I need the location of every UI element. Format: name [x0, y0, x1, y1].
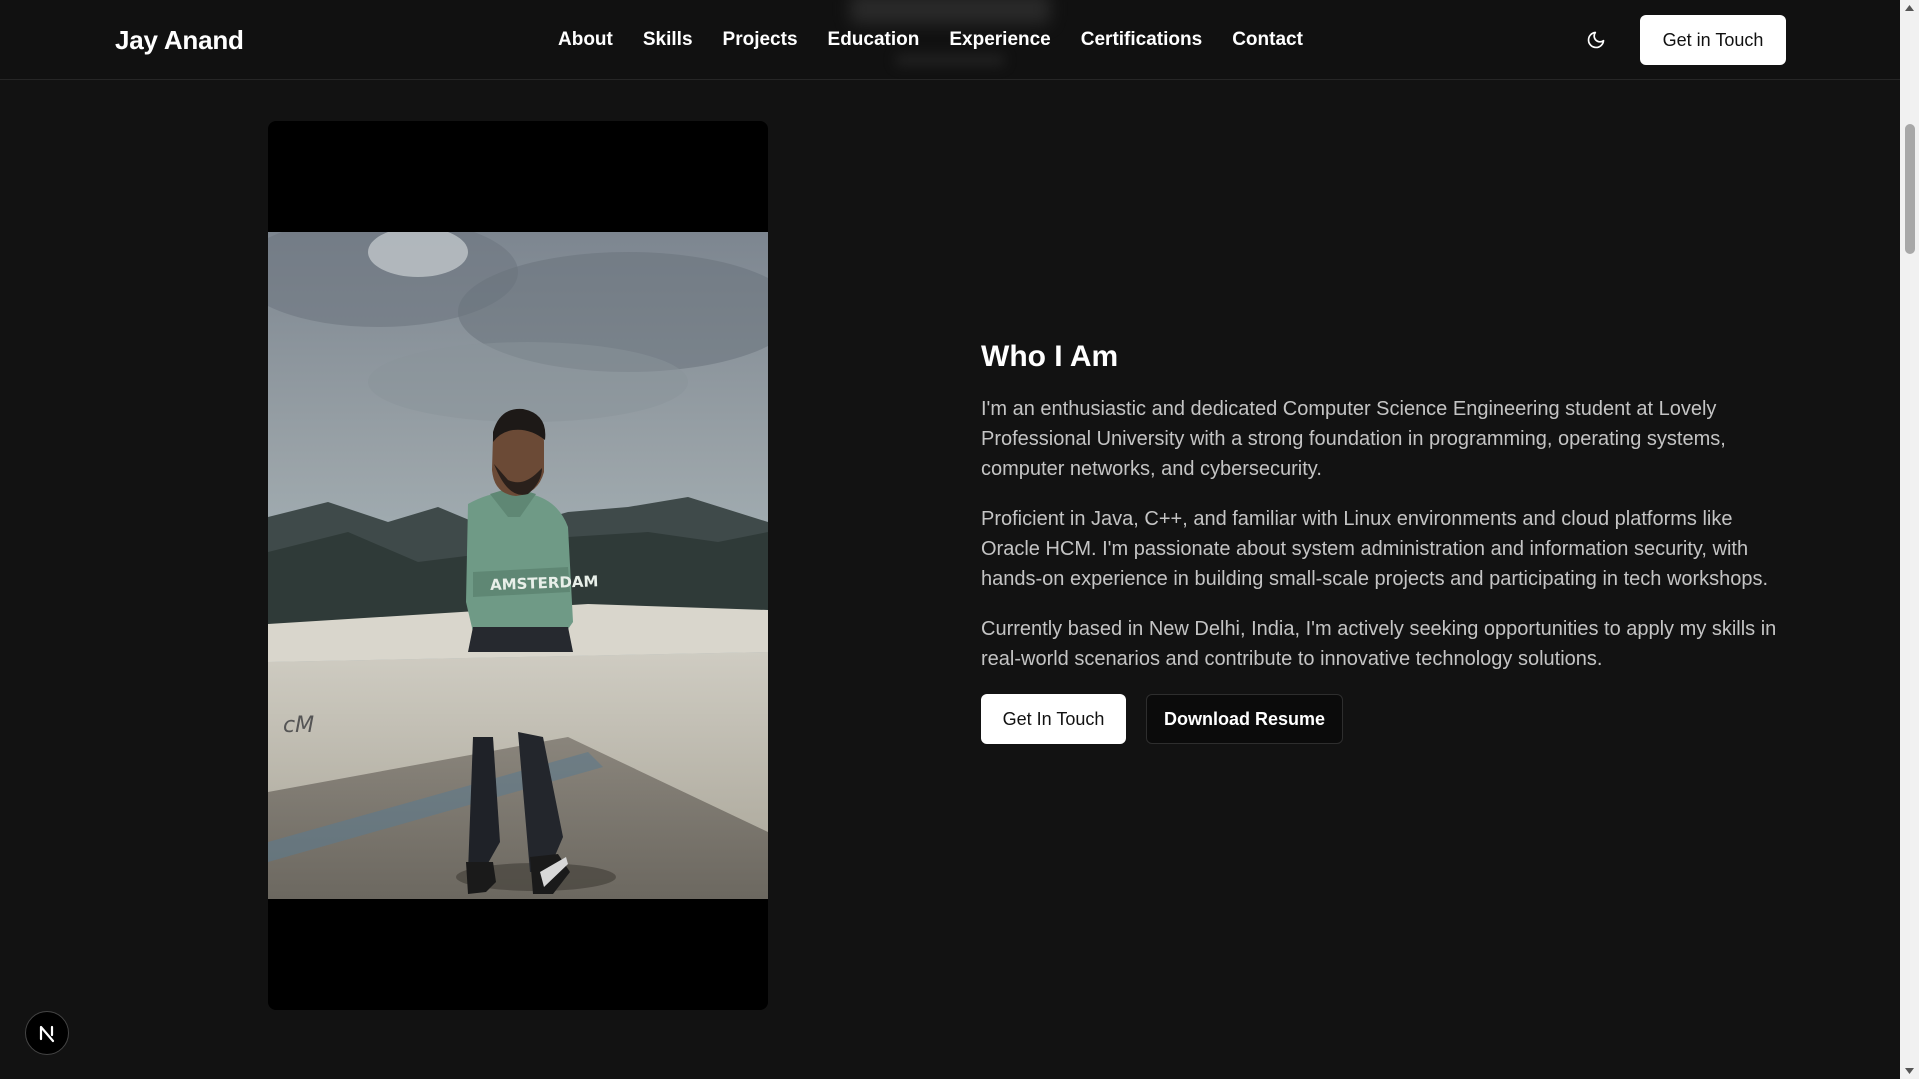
profile-photo: cM AMSTERDAM — [268, 232, 768, 899]
about-actions: Get In Touch Download Resume — [981, 694, 1791, 744]
site-logo[interactable]: Jay Anand — [115, 25, 244, 56]
profile-photo-illustration: cM AMSTERDAM — [268, 232, 768, 899]
get-in-touch-header-button[interactable]: Get in Touch — [1640, 15, 1786, 65]
scroll-up-arrow[interactable] — [1900, 0, 1919, 16]
about-paragraph-3: Currently based in New Delhi, India, I'm… — [981, 618, 1777, 670]
svg-text:AMSTERDAM: AMSTERDAM — [490, 572, 599, 594]
scroll-down-arrow[interactable] — [1900, 1063, 1919, 1079]
nav-education[interactable]: Education — [828, 29, 920, 51]
n-logo-icon — [39, 1025, 55, 1043]
caret-down-icon — [1905, 1068, 1914, 1074]
get-in-touch-button[interactable]: Get In Touch — [981, 694, 1126, 744]
nav-projects[interactable]: Projects — [723, 29, 798, 51]
nav-contact[interactable]: Contact — [1232, 29, 1303, 51]
svg-text:cM: cM — [283, 713, 314, 738]
blurred-background-shape — [895, 54, 1005, 66]
nav-about[interactable]: About — [558, 29, 613, 51]
moon-icon — [1587, 31, 1605, 49]
section-heading: Who I Am — [981, 340, 1119, 373]
blurred-background-shape — [850, 0, 1050, 24]
scroll-thumb[interactable] — [1905, 124, 1915, 254]
caret-up-icon — [1905, 5, 1914, 11]
nav-experience[interactable]: Experience — [949, 29, 1050, 51]
profile-photo-frame: cM AMSTERDAM — [268, 121, 768, 1010]
about-paragraph-2: Proficient in Java, C++, and familiar wi… — [981, 508, 1769, 590]
page-scrollbar[interactable] — [1900, 0, 1919, 1079]
site-header: Jay Anand About Skills Projects Educatio… — [0, 0, 1900, 80]
download-resume-button[interactable]: Download Resume — [1146, 694, 1343, 744]
main-nav: About Skills Projects Education Experien… — [558, 29, 1303, 51]
about-paragraph-1: I'm an enthusiastic and dedicated Comput… — [981, 398, 1726, 480]
nav-skills[interactable]: Skills — [643, 29, 693, 51]
about-section: Who I Am I'm an enthusiastic and dedicat… — [981, 340, 1791, 744]
page: Jay Anand About Skills Projects Educatio… — [0, 0, 1900, 1079]
nav-certifications[interactable]: Certifications — [1081, 29, 1202, 51]
nextjs-dev-badge[interactable] — [25, 1011, 69, 1055]
theme-toggle-button[interactable] — [1582, 26, 1610, 54]
